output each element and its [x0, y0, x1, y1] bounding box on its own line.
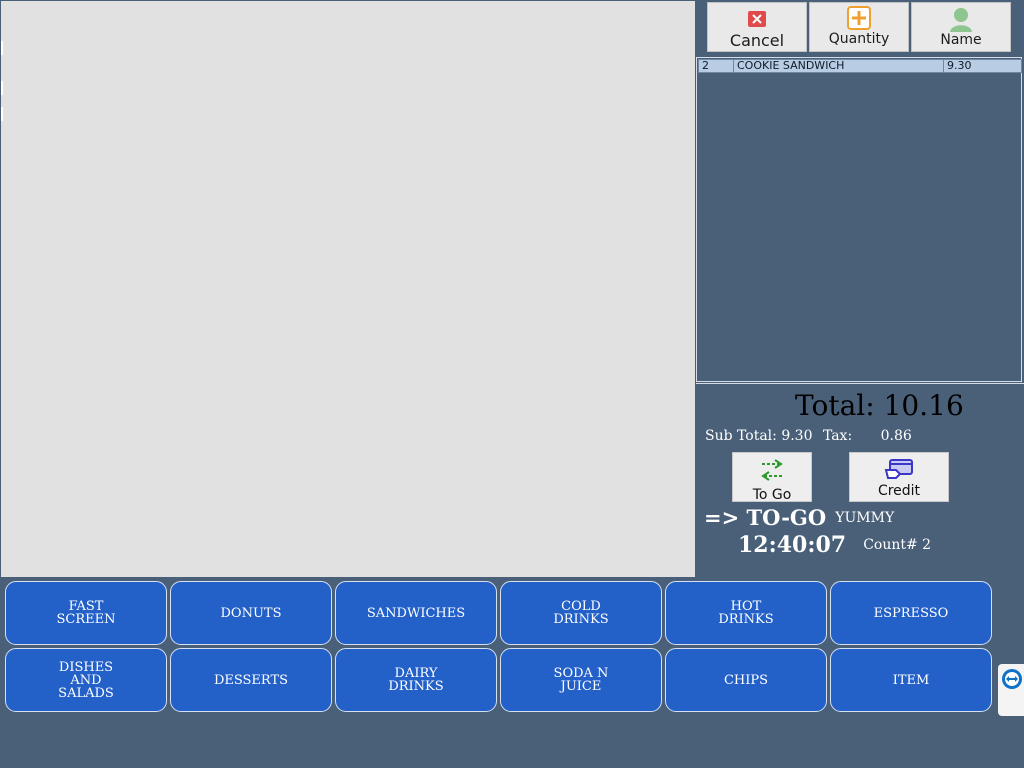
plus-icon — [847, 6, 871, 34]
category-button[interactable]: SANDWICHES — [335, 581, 497, 645]
clock-line: 12:40:07 Count# 2 — [738, 532, 931, 558]
to-go-button[interactable]: To Go — [732, 452, 812, 503]
total-value: 10.16 — [883, 389, 964, 422]
divider — [696, 383, 1024, 384]
tax-label: Tax: — [822, 428, 853, 444]
category-button[interactable]: SODA N JUICE — [500, 648, 662, 712]
credit-card-icon — [884, 458, 914, 486]
tax-value: 0.86 — [880, 428, 912, 444]
category-button[interactable]: DONUTS — [170, 581, 332, 645]
cancel-label: Cancel — [729, 31, 785, 50]
category-button[interactable]: COLD DRINKS — [500, 581, 662, 645]
to-go-label: To Go — [752, 487, 792, 503]
order-row[interactable]: 2 COOKIE SANDWICH 9.30 — [698, 59, 1022, 73]
category-button[interactable]: FAST SCREEN — [5, 581, 167, 645]
quantity-label: Quantity — [828, 31, 890, 47]
order-qty: 2 — [698, 59, 734, 73]
order-total: Total: 10.16 — [795, 389, 964, 422]
clock: 12:40:07 — [738, 532, 847, 558]
close-icon — [748, 11, 766, 31]
edge-tick — [1, 81, 3, 95]
order-price: 9.30 — [943, 59, 1022, 73]
order-mode: => TO-GO YUMMY — [704, 505, 894, 530]
subtotal-value: 9.30 — [781, 428, 813, 444]
user-name: YUMMY — [835, 510, 895, 526]
name-label: Name — [940, 32, 982, 48]
edge-tick — [1, 41, 3, 55]
swap-arrows-icon — [760, 458, 784, 486]
category-button[interactable]: DAIRY DRINKS — [335, 648, 497, 712]
total-label: Total: — [795, 389, 875, 422]
subtotal-label: Sub Total: — [705, 428, 777, 444]
order-count: Count# 2 — [863, 537, 932, 553]
order-list[interactable]: 2 COOKIE SANDWICH 9.30 — [696, 57, 1022, 382]
category-button[interactable]: ESPRESSO — [830, 581, 992, 645]
mode-text: => TO-GO — [704, 505, 827, 530]
order-item-name: COOKIE SANDWICH — [733, 59, 944, 73]
category-button[interactable]: HOT DRINKS — [665, 581, 827, 645]
teamviewer-icon — [1001, 668, 1023, 694]
credit-button[interactable]: Credit — [849, 452, 949, 502]
remote-support-tab[interactable] — [998, 664, 1024, 716]
edge-tick — [1, 107, 3, 121]
item-display-area — [1, 1, 695, 577]
category-button[interactable]: ITEM — [830, 648, 992, 712]
category-button[interactable]: CHIPS — [665, 648, 827, 712]
name-button[interactable]: Name — [911, 2, 1011, 52]
toolbar: Cancel Quantity Name — [707, 2, 1013, 52]
category-button[interactable]: DESSERTS — [170, 648, 332, 712]
credit-label: Credit — [877, 483, 921, 499]
subtotal-line: Sub Total: 9.30 Tax: 0.86 — [705, 428, 912, 444]
quantity-button[interactable]: Quantity — [809, 2, 909, 52]
cancel-button[interactable]: Cancel — [707, 2, 807, 52]
category-button[interactable]: DISHES AND SALADS — [5, 648, 167, 712]
